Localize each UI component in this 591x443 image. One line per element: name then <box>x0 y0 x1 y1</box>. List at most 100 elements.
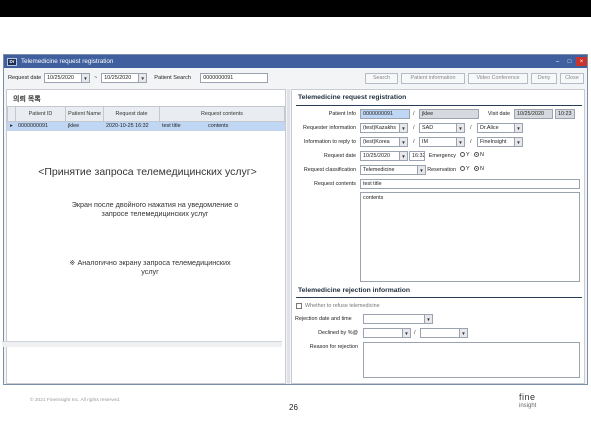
table-row[interactable]: ▸ 0000000091 jklee 2020-10-25 16:32 test… <box>7 121 285 131</box>
classification-dropdown-icon[interactable]: ▼ <box>418 165 426 175</box>
emergency-yes-label: Y <box>466 152 470 158</box>
slash-sep: / <box>470 139 472 145</box>
maximize-icon[interactable]: □ <box>564 57 575 66</box>
slash-sep: / <box>413 125 415 131</box>
requester-dept-dropdown-icon[interactable]: ▼ <box>457 123 465 133</box>
requester-doctor-select[interactable]: Dr.Alice <box>477 123 515 133</box>
request-detail-panel: Telemedicine request registration Patien… <box>291 89 585 384</box>
close-window-icon[interactable]: × <box>576 57 587 66</box>
reservation-yes-radio[interactable] <box>460 166 465 172</box>
column-header-patient-name[interactable]: Patient Name <box>65 106 104 122</box>
column-header-request-date[interactable]: Request date <box>103 106 160 122</box>
declined-org-select[interactable] <box>363 328 403 338</box>
horizontal-scrollbar[interactable] <box>2 341 282 347</box>
minimize-icon[interactable]: – <box>552 57 563 66</box>
rejection-date-field[interactable] <box>363 314 425 324</box>
rejection-section-divider <box>296 297 582 298</box>
video-conference-button[interactable]: Video Conference <box>468 72 528 84</box>
request-list-table: Patient ID Patient Name Request date Req… <box>7 106 285 131</box>
patient-id-field[interactable]: 0000000091 <box>360 109 410 119</box>
reply-doctor-dropdown-icon[interactable]: ▼ <box>515 137 523 147</box>
contents-label: Request contents <box>314 181 356 187</box>
rejection-date-dropdown-icon[interactable]: ▼ <box>425 314 433 324</box>
top-black-bar <box>0 0 591 17</box>
date-from-input[interactable]: 10/25/2020 <box>44 73 82 83</box>
refuse-checkbox[interactable] <box>296 303 302 309</box>
request-title-input[interactable]: test title <box>360 179 580 189</box>
reply-dept-dropdown-icon[interactable]: ▼ <box>457 137 465 147</box>
visit-date-field: 10/25/2020 <box>514 109 553 119</box>
overlay-heading: <Принятие запроса телемедицинских услуг> <box>38 166 257 178</box>
reply-org-select[interactable]: (test)Korea <box>360 137 400 147</box>
reason-label: Reason for rejection <box>309 344 358 350</box>
request-section-title: Telemedicine request registration <box>298 94 407 101</box>
emergency-label: Emergency <box>428 153 456 159</box>
column-header-patient-id[interactable]: Patient ID <box>15 106 66 122</box>
panel-splitter[interactable] <box>287 89 290 384</box>
slash-sep: / <box>414 330 416 336</box>
declined-doctor-dropdown-icon[interactable]: ▼ <box>460 328 468 338</box>
declined-by-label: Declined by %@ <box>318 330 358 336</box>
date-from-dropdown-icon[interactable]: ▼ <box>82 73 90 83</box>
visit-date-label: Visit date <box>487 111 510 117</box>
request-time-field[interactable]: 16:32 <box>409 151 425 161</box>
app-window: Dr Telemedicine request registration – □… <box>3 54 588 385</box>
cell-request-date: 2020-10-25 16:32 <box>103 121 160 131</box>
reservation-no-label: N <box>480 166 484 172</box>
slash-sep: / <box>413 139 415 145</box>
patient-information-button[interactable]: Patient information <box>401 72 465 84</box>
rejection-section-title: Telemedicine rejection information <box>298 287 411 294</box>
requester-doctor-dropdown-icon[interactable]: ▼ <box>515 123 523 133</box>
patient-name-field: jklee <box>419 109 479 119</box>
patient-search-input[interactable]: 0000000091 <box>200 73 269 83</box>
request-date-label: Request date <box>323 153 356 159</box>
request-section-divider <box>296 105 582 106</box>
declined-org-dropdown-icon[interactable]: ▼ <box>403 328 411 338</box>
reply-info-label: Information to reply to <box>303 139 356 145</box>
request-date-label: Request date <box>8 75 42 81</box>
reservation-no-radio[interactable] <box>474 166 479 172</box>
column-header-request-contents[interactable]: Request contents <box>159 106 285 122</box>
patient-search-label: Patient Search <box>154 75 191 81</box>
request-list-panel: 의뢰 목록 Patient ID Patient Name Request da… <box>6 89 286 384</box>
search-button[interactable]: Search <box>365 72 398 84</box>
reply-doctor-select[interactable]: FineInsight <box>477 137 515 147</box>
reply-dept-select[interactable]: IM <box>419 137 457 147</box>
emergency-no-label: N <box>480 152 484 158</box>
rejection-date-label: Rejection date and time <box>295 316 352 322</box>
deny-button[interactable]: Deny <box>531 72 557 84</box>
request-date-field[interactable]: 10/25/2020 <box>360 151 400 161</box>
cell-patient-id: 0000000091 <box>15 121 66 131</box>
search-toolbar: Request date 10/25/2020 ▼ ~ 10/25/2020 ▼… <box>4 69 587 87</box>
visit-time-field: 10:23 <box>555 109 575 119</box>
declined-doctor-select[interactable] <box>420 328 460 338</box>
slash-sep: / <box>470 125 472 131</box>
emergency-yes-radio[interactable] <box>460 152 465 158</box>
emergency-radio-group: Y N <box>457 152 484 158</box>
requester-dept-select[interactable]: SAD <box>419 123 457 133</box>
slash-sep: / <box>413 111 415 117</box>
reply-org-dropdown-icon[interactable]: ▼ <box>400 137 408 147</box>
emergency-no-radio[interactable] <box>474 152 479 158</box>
reason-textarea[interactable] <box>363 342 580 378</box>
logo-bottom-text: insight <box>519 403 537 409</box>
classification-select[interactable]: Telemedicine <box>360 165 418 175</box>
table-header-row: Patient ID Patient Name Request date Req… <box>7 106 285 122</box>
row-marker: ▸ <box>7 121 16 131</box>
cell-patient-name: jklee <box>65 121 104 131</box>
page-number: 26 <box>289 403 298 412</box>
date-to-input[interactable]: 10/25/2020 <box>101 73 140 83</box>
requester-org-select[interactable]: (test)Kazakhs <box>360 123 400 133</box>
close-button[interactable]: Close <box>560 72 584 84</box>
cell-request-title: test title <box>159 121 206 131</box>
requester-org-dropdown-icon[interactable]: ▼ <box>400 123 408 133</box>
app-logo-icon: Dr <box>7 57 17 66</box>
header-marker-cell <box>7 106 16 122</box>
request-date-dropdown-icon[interactable]: ▼ <box>400 151 408 161</box>
reservation-yes-label: Y <box>466 166 470 172</box>
date-to-dropdown-icon[interactable]: ▼ <box>139 73 148 83</box>
window-title: Telemedicine request registration <box>21 58 114 65</box>
cell-request-contents: contents <box>205 121 285 131</box>
logo-top-text: fine <box>519 392 536 402</box>
request-contents-textarea[interactable]: contents <box>360 192 580 282</box>
